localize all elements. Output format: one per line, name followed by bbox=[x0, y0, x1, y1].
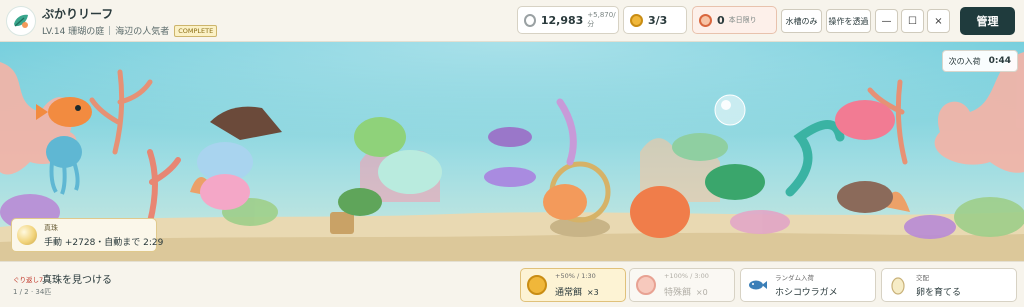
level-row: LV.14 珊瑚の庭 海辺の人気者 COMPLETE bbox=[42, 24, 218, 37]
coin-amount: 12,983 bbox=[540, 13, 584, 27]
special-feed-count: ×0 bbox=[695, 288, 708, 297]
breeding-button[interactable]: 交配 卵を育てる bbox=[881, 268, 1017, 302]
normal-feed-label: 通常餌 bbox=[555, 288, 583, 298]
normal-feed-rate: +50% / 1:30 bbox=[555, 272, 596, 280]
close-button[interactable]: × bbox=[927, 9, 950, 33]
coin-counter: 12,983 +5,870/分 bbox=[517, 6, 619, 34]
top-bar: ぷかりリーフ LV.14 珊瑚の庭 海辺の人気者 COMPLETE 12,983 +… bbox=[0, 0, 1024, 42]
normal-feed-count: ×3 bbox=[586, 288, 599, 297]
maximize-button[interactable]: ☐ bbox=[901, 9, 924, 33]
app-title: ぷかりリーフ bbox=[42, 7, 114, 21]
next-arrival-time: 0:44 bbox=[988, 56, 1011, 66]
coin-icon bbox=[527, 275, 547, 295]
egg-icon bbox=[891, 277, 905, 295]
special-feed-label: 特殊餌 bbox=[664, 288, 692, 298]
random-arrival-button[interactable]: ランダム入荷 ホシコウラガメ bbox=[740, 268, 876, 302]
quest-tag: ぐり返し7 bbox=[13, 276, 44, 284]
pearl-label: 真珠 bbox=[44, 224, 58, 232]
next-arrival-label: 次の入荷 bbox=[948, 56, 981, 66]
next-arrival-timer: 次の入荷 0:44 bbox=[941, 50, 1018, 72]
random-arrival-species: ホシコウラガメ bbox=[775, 288, 838, 298]
feed-amount: 3/3 bbox=[648, 13, 668, 27]
limited-amount: 0 bbox=[717, 13, 725, 27]
transparent-button[interactable]: 操作を透過 bbox=[826, 9, 871, 33]
feed-icon bbox=[630, 13, 643, 27]
bottom-bar: ぐり返し7 真珠を見つける 1 / 2 · 34匹 +50% / 1:30 通常… bbox=[0, 261, 1024, 307]
normal-feed-button[interactable]: +50% / 1:30 通常餌 ×3 bbox=[520, 268, 626, 302]
logo-leaf-icon bbox=[6, 6, 36, 36]
limited-counter: 0 本日限り bbox=[692, 6, 777, 34]
fish-icon bbox=[749, 280, 767, 290]
manage-button[interactable]: 管理 bbox=[960, 7, 1015, 35]
quest-progress: 1 / 2 · 34匹 bbox=[13, 288, 52, 296]
aquarium-view[interactable]: 次の入荷 0:44 真珠 手動 +2728・自動まで 2:29 bbox=[0, 42, 1024, 261]
rank-text: 海辺の人気者 bbox=[115, 27, 170, 37]
pearl-card[interactable]: 真珠 手動 +2728・自動まで 2:29 bbox=[11, 218, 163, 252]
quest-title: 真珠を見つける bbox=[42, 275, 112, 286]
breeding-action: 卵を育てる bbox=[916, 288, 962, 298]
limited-icon bbox=[699, 13, 712, 27]
special-feed-button[interactable]: +100% / 3:00 特殊餌 ×0 bbox=[629, 268, 735, 302]
pearl-icon bbox=[17, 225, 37, 245]
coin-rate: +5,870/分 bbox=[587, 11, 616, 28]
minimize-button[interactable]: — bbox=[875, 9, 898, 33]
level-text: LV.14 珊瑚の庭 bbox=[42, 27, 105, 37]
pearl-status: 手動 +2728・自動まで 2:29 bbox=[44, 238, 164, 248]
coin-icon bbox=[524, 13, 536, 27]
special-feed-rate: +100% / 3:00 bbox=[664, 272, 709, 280]
aquarium-only-button[interactable]: 水槽のみ bbox=[781, 9, 822, 33]
complete-badge: COMPLETE bbox=[174, 25, 218, 37]
breeding-label: 交配 bbox=[916, 274, 929, 282]
limited-label: 本日限り bbox=[728, 16, 757, 24]
random-arrival-label: ランダム入荷 bbox=[775, 274, 814, 282]
feed-counter: 3/3 bbox=[623, 6, 687, 34]
feed-icon bbox=[636, 275, 656, 295]
